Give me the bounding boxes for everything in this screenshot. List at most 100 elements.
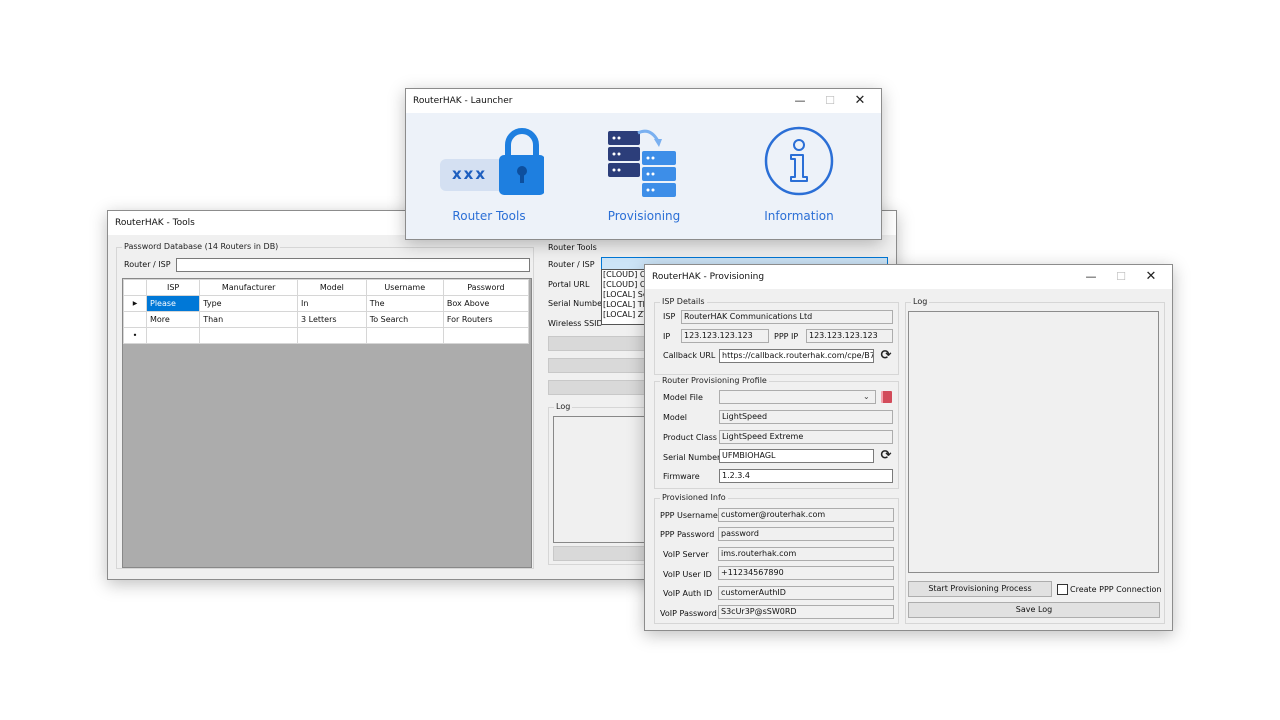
book-icon[interactable] — [881, 391, 892, 403]
refresh-icon[interactable]: ⟳ — [879, 449, 893, 463]
table-row[interactable]: More Than 3 Letters To Search For Router… — [123, 311, 530, 328]
voip-server-field[interactable]: ims.routerhak.com — [718, 547, 894, 561]
password-dots: xxx — [452, 165, 488, 183]
table-row[interactable]: ▶ Please Type In The Box Above — [123, 295, 530, 312]
tools-log-area[interactable] — [553, 416, 650, 543]
info-icon — [763, 125, 835, 197]
cell[interactable]: More — [145, 311, 201, 328]
voip-user-id-label: VoIP User ID — [663, 570, 712, 579]
cell[interactable] — [297, 327, 367, 344]
model-field[interactable]: LightSpeed — [719, 410, 893, 424]
provisioning-window: RouterHAK - Provisioning — ☐ ✕ ISP Detai… — [644, 264, 1173, 631]
rt-button-1[interactable] — [548, 336, 648, 351]
model-label: Model — [663, 413, 688, 422]
provisioned-info-label: Provisioned Info — [660, 493, 728, 502]
maximize-button[interactable]: ☐ — [815, 89, 845, 113]
dropdown-item[interactable]: [LOCAL] Th — [602, 300, 648, 310]
product-class-field[interactable]: LightSpeed Extreme — [719, 430, 893, 444]
ppp-username-field[interactable]: customer@routerhak.com — [718, 508, 894, 522]
tools-log-label: Log — [554, 402, 573, 411]
col-username[interactable]: Username — [365, 279, 444, 296]
isp-details-label: ISP Details — [660, 297, 707, 306]
router-tools-group-label: Router Tools — [548, 243, 597, 252]
ppp-password-label: PPP Password — [660, 530, 715, 539]
server-stack-icon — [602, 127, 692, 203]
provisioning-label: Provisioning — [607, 209, 681, 223]
refresh-icon[interactable]: ⟳ — [879, 349, 893, 363]
cell[interactable]: Type — [199, 295, 299, 312]
tools-title: RouterHAK - Tools — [115, 218, 195, 228]
cell[interactable]: Box Above — [442, 295, 530, 312]
voip-auth-id-field[interactable]: customerAuthID — [718, 586, 894, 600]
close-button[interactable]: ✕ — [845, 89, 875, 113]
create-ppp-checkbox[interactable] — [1057, 584, 1068, 595]
launcher-titlebar: RouterHAK - Launcher — ☐ ✕ — [406, 89, 881, 113]
ppp-ip-label: PPP IP — [774, 332, 799, 341]
provisioning-log-area[interactable] — [908, 311, 1159, 573]
cell[interactable]: In — [297, 295, 367, 312]
firmware-field[interactable]: 1.2.3.4 — [719, 469, 893, 483]
close-button[interactable]: ✕ — [1136, 265, 1166, 289]
col-manufacturer[interactable]: Manufacturer — [199, 279, 299, 296]
cell[interactable]: 3 Letters — [297, 311, 367, 328]
dropdown-item[interactable]: [CLOUD] O — [602, 280, 648, 290]
provisioning-tile[interactable]: Provisioning — [574, 119, 714, 229]
maximize-button[interactable]: ☐ — [1106, 265, 1136, 289]
launcher-window: RouterHAK - Launcher — ☐ ✕ xxx Router To… — [405, 88, 882, 240]
cell[interactable] — [145, 327, 201, 344]
isp-label: ISP — [663, 312, 676, 321]
rt-serial-label: Serial Number — [548, 299, 606, 308]
firmware-label: Firmware — [663, 472, 700, 481]
cell[interactable]: The — [365, 295, 444, 312]
password-grid[interactable]: ISP Manufacturer Model Username Password… — [123, 279, 530, 344]
cell[interactable]: Please — [145, 295, 201, 312]
cell[interactable]: For Routers — [442, 311, 530, 328]
chevron-down-icon[interactable]: ⌄ — [863, 390, 870, 404]
lock-icon: xxx — [440, 127, 545, 201]
dropdown-item[interactable]: [LOCAL] ZT — [602, 310, 648, 320]
provisioning-title: RouterHAK - Provisioning — [652, 272, 765, 282]
dropdown-item[interactable]: [LOCAL] Se — [602, 290, 648, 300]
cell[interactable]: To Search — [365, 311, 444, 328]
voip-user-id-field[interactable]: +11234567890 — [718, 566, 894, 580]
cell[interactable] — [442, 327, 530, 344]
callback-url-field[interactable]: https://callback.routerhak.com/cpe/B7fN — [719, 349, 874, 363]
table-new-row[interactable]: • — [123, 327, 530, 344]
minimize-button[interactable]: — — [1076, 265, 1106, 289]
information-tile[interactable]: Information — [729, 119, 869, 229]
cell[interactable]: Than — [199, 311, 299, 328]
rt-button-2[interactable] — [548, 358, 648, 373]
ppp-username-label: PPP Username — [660, 511, 718, 520]
rt-wifi-label: Wireless SSID — [548, 319, 603, 328]
router-isp-label: Router / ISP — [124, 260, 171, 269]
ip-field[interactable]: 123.123.123.123 — [681, 329, 769, 343]
tools-log-button[interactable] — [553, 546, 648, 561]
model-file-label: Model File — [663, 393, 703, 402]
router-tools-tile[interactable]: xxx Router Tools — [419, 119, 559, 229]
cell[interactable] — [199, 327, 299, 344]
callback-url-label: Callback URL — [663, 351, 716, 360]
cell[interactable] — [365, 327, 444, 344]
dropdown-item[interactable]: [CLOUD] O — [602, 270, 648, 280]
save-log-button[interactable]: Save Log — [908, 602, 1160, 618]
voip-auth-id-label: VoIP Auth ID — [663, 589, 713, 598]
ppp-ip-field[interactable]: 123.123.123.123 — [806, 329, 893, 343]
voip-password-field[interactable]: S3cUr3P@sSW0RD — [718, 605, 894, 619]
grid-header-row: ISP Manufacturer Model Username Password — [123, 279, 530, 296]
launcher-body: xxx Router Tools Provisioning Informatio… — [406, 113, 881, 239]
col-password[interactable]: Password — [442, 279, 530, 296]
router-isp-search-input[interactable] — [176, 258, 530, 272]
row-current-marker: ▶ — [123, 295, 147, 312]
model-file-select[interactable] — [719, 390, 876, 404]
rt-button-3[interactable] — [548, 380, 648, 395]
rt-router-isp-label: Router / ISP — [548, 260, 595, 269]
serial-number-field[interactable]: UFMBIOHAGL — [719, 449, 874, 463]
start-provisioning-button[interactable]: Start Provisioning Process — [908, 581, 1052, 597]
router-isp-dropdown-list[interactable]: [CLOUD] O [CLOUD] O [LOCAL] Se [LOCAL] T… — [601, 269, 649, 325]
isp-field[interactable]: RouterHAK Communications Ltd — [681, 310, 893, 324]
grid-corner — [123, 279, 147, 296]
minimize-button[interactable]: — — [785, 89, 815, 113]
ppp-password-field[interactable]: password — [718, 527, 894, 541]
col-isp[interactable]: ISP — [145, 279, 201, 296]
col-model[interactable]: Model — [297, 279, 367, 296]
